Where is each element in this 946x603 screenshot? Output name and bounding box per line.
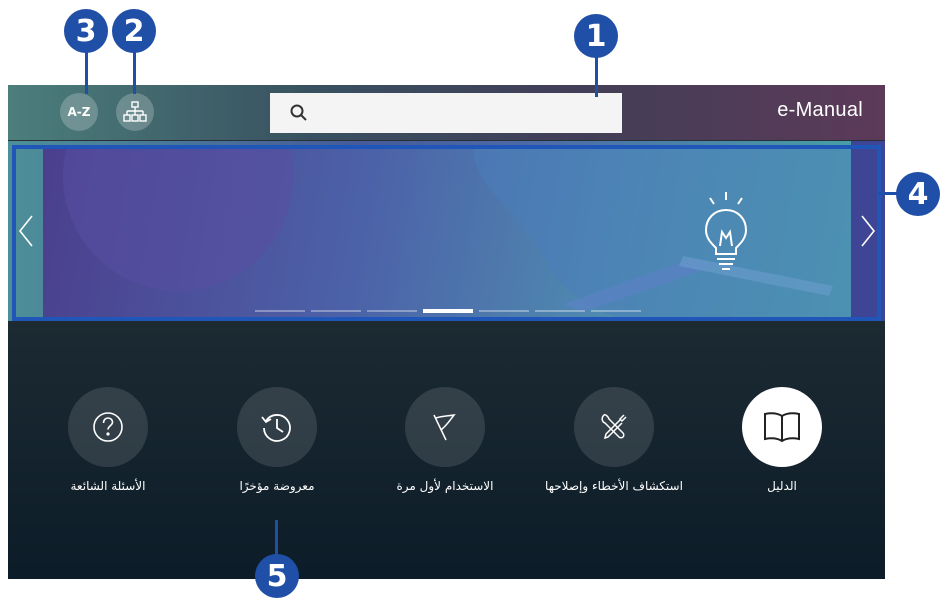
sitemap-button[interactable]: [116, 93, 154, 131]
flag-icon: [433, 413, 456, 441]
menu-item-troubleshooting[interactable]: استكشاف الأخطاء وإصلاحها: [544, 387, 684, 494]
header-bar: A-Z e-Manual: [8, 85, 885, 140]
menu-label-guide: الدليل: [767, 479, 797, 493]
callout-1-line: [595, 55, 598, 97]
callout-2: 2: [112, 9, 156, 53]
menu-label-recently-viewed: معروضة مؤخرًا: [239, 479, 315, 493]
troubleshoot-circle: [574, 387, 654, 467]
search-icon: [290, 104, 307, 121]
menu-item-first-time-use[interactable]: الاستخدام لأول مرة: [375, 387, 515, 494]
tools-icon: [601, 414, 627, 440]
search-field[interactable]: [270, 93, 622, 133]
e-manual-screen: A-Z e-Manual الأسئلة الشائعة معروضة مؤخر…: [8, 85, 885, 579]
question-icon: [93, 412, 123, 442]
guide-circle: [742, 387, 822, 467]
menu-item-recently-viewed[interactable]: معروضة مؤخرًا: [207, 387, 347, 494]
a-z-button[interactable]: A-Z: [60, 93, 98, 131]
banner-highlight-frame: [12, 145, 881, 321]
a-z-label: A-Z: [67, 105, 91, 119]
menu-label-faq: الأسئلة الشائعة: [70, 479, 146, 493]
first-use-circle: [405, 387, 485, 467]
book-icon: [764, 412, 800, 443]
menu-label-first-time-use: الاستخدام لأول مرة: [396, 479, 494, 493]
callout-4-line: [878, 192, 898, 195]
faq-circle: [68, 387, 148, 467]
callout-2-line: [133, 50, 136, 94]
app-title: e-Manual: [777, 99, 863, 121]
callout-1: 1: [574, 14, 618, 58]
menu-item-guide[interactable]: الدليل: [712, 387, 852, 494]
recent-circle: [237, 387, 317, 467]
history-icon: [261, 414, 291, 442]
callout-5: 5: [255, 554, 299, 598]
menu-label-troubleshooting: استكشاف الأخطاء وإصلاحها: [545, 479, 683, 493]
callout-5-line: [275, 520, 278, 558]
sitemap-icon: [123, 101, 147, 122]
callout-4: 4: [896, 172, 940, 216]
callout-3: 3: [64, 9, 108, 53]
menu-item-faq[interactable]: الأسئلة الشائعة: [38, 387, 178, 494]
callout-3-line: [85, 50, 88, 94]
